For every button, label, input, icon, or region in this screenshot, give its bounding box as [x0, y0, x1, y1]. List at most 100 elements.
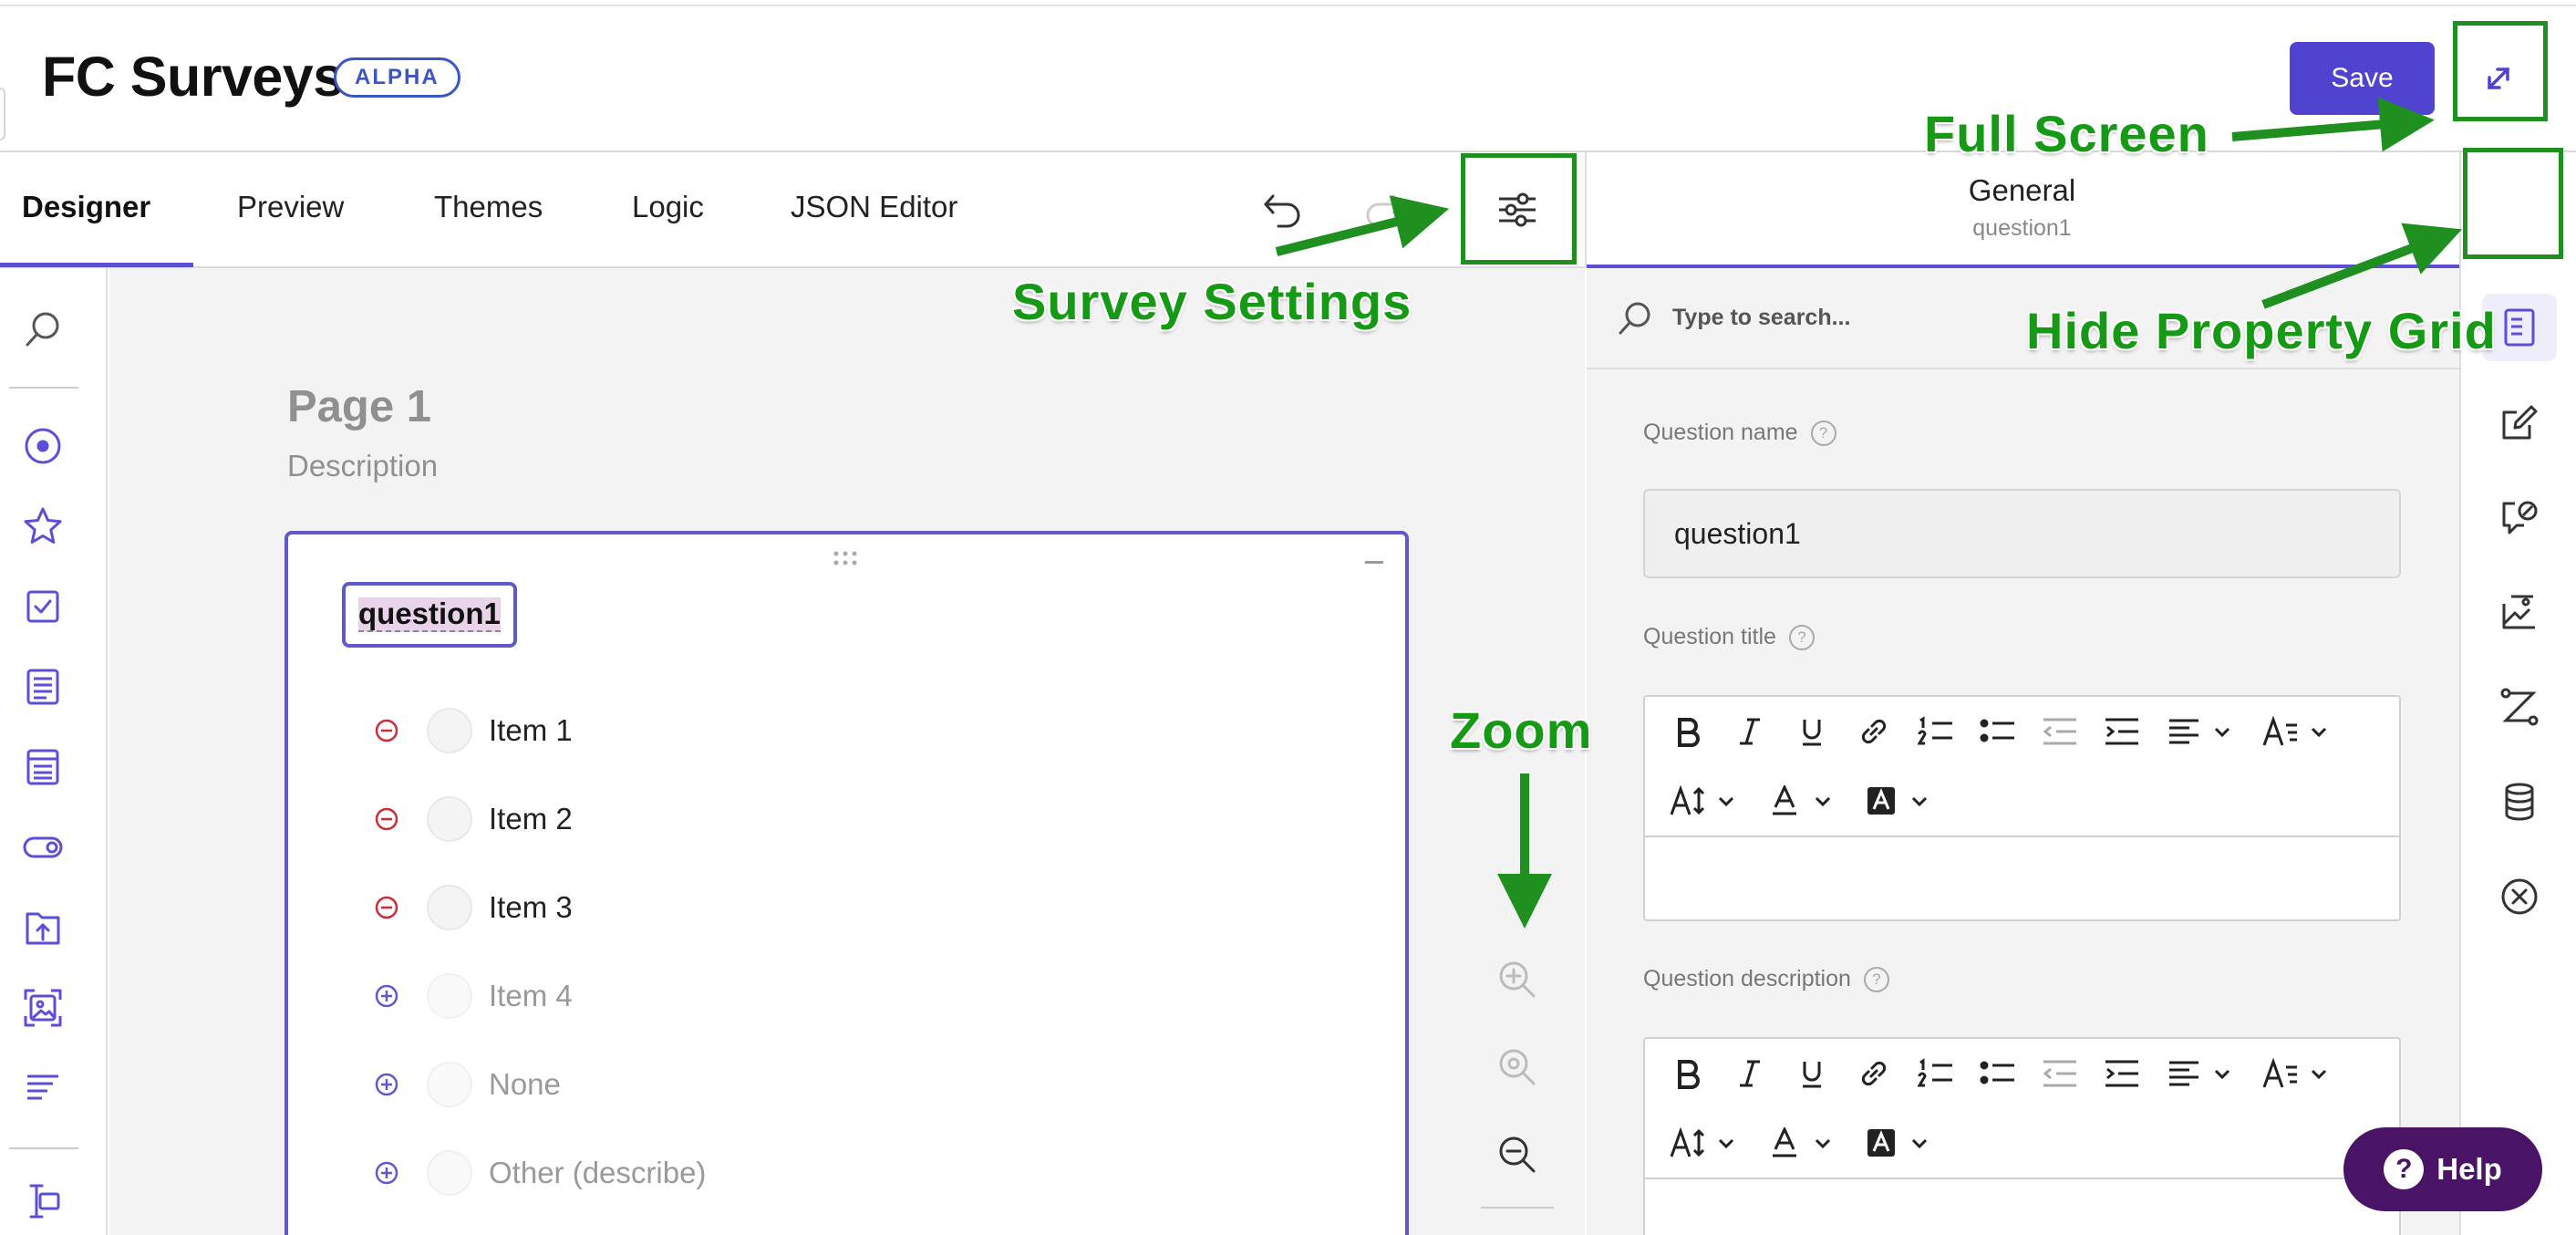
underline-button[interactable] [1791, 711, 1833, 752]
choice-label[interactable]: Item 4 [489, 979, 573, 1013]
toolbox-item-tagbox[interactable] [22, 746, 64, 788]
toolbox-item-ranking[interactable] [22, 1067, 64, 1109]
help-icon[interactable]: ? [1810, 420, 1836, 446]
undo-button[interactable] [1258, 190, 1304, 232]
property-search-input[interactable]: Type to search... [1672, 305, 1850, 331]
italic-button[interactable] [1729, 711, 1771, 752]
help-icon[interactable]: ? [1788, 624, 1815, 650]
category-clear[interactable] [2498, 876, 2540, 918]
property-search-button[interactable] [1616, 299, 1654, 337]
chevron-down-icon[interactable] [2309, 721, 2329, 742]
outdent-button[interactable] [2039, 711, 2081, 752]
bullet-list-button[interactable] [1977, 1053, 2019, 1095]
zoom-reset-button[interactable] [1495, 1045, 1539, 1089]
category-general[interactable] [2498, 306, 2540, 348]
toolbox-item-checkbox[interactable] [22, 586, 64, 628]
collapse-question-button[interactable] [1365, 561, 1383, 564]
remove-choice-icon[interactable] [374, 718, 399, 743]
chevron-down-icon[interactable] [1909, 791, 1929, 811]
underline-button[interactable] [1791, 1053, 1833, 1095]
font-size-button[interactable] [1667, 1122, 1709, 1164]
category-logic[interactable] [2498, 401, 2540, 443]
radio-button[interactable] [427, 885, 472, 930]
toolbox-item-rating[interactable] [22, 505, 64, 547]
ordered-list-button[interactable] [1915, 711, 1957, 752]
question-name-input[interactable]: question1 [1643, 489, 2401, 578]
chevron-down-icon[interactable] [1813, 791, 1833, 811]
tab-designer[interactable]: Designer [22, 189, 150, 225]
chevron-down-icon[interactable] [1813, 1133, 1833, 1153]
link-button[interactable] [1853, 711, 1895, 752]
rte-content[interactable] [1645, 835, 2399, 919]
choice-label[interactable]: Item 1 [489, 713, 573, 748]
redo-button[interactable] [1362, 190, 1408, 232]
choice-item[interactable]: None [374, 1057, 561, 1112]
font-size-button[interactable] [1667, 780, 1709, 822]
chevron-down-icon[interactable] [1909, 1133, 1929, 1153]
add-choice-icon[interactable] [374, 1160, 399, 1186]
tab-themes[interactable]: Themes [434, 189, 543, 225]
edge-handle[interactable] [0, 88, 5, 140]
rte-content[interactable] [1645, 1178, 2399, 1235]
tab-preview[interactable]: Preview [237, 189, 344, 225]
bold-button[interactable] [1667, 711, 1709, 752]
outdent-button[interactable] [2039, 1053, 2081, 1095]
radio-button[interactable] [427, 973, 472, 1019]
help-icon[interactable]: ? [1863, 966, 1889, 992]
drag-handle[interactable] [832, 549, 859, 567]
highlight-color-button[interactable] [1860, 1122, 1902, 1164]
choice-item[interactable]: Item 4 [374, 969, 573, 1023]
question-title-editor[interactable]: question1 [342, 582, 517, 648]
chevron-down-icon[interactable] [2309, 1064, 2329, 1084]
remove-choice-icon[interactable] [374, 806, 399, 832]
toolbox-item-radiogroup[interactable] [22, 425, 64, 467]
bullet-list-button[interactable] [1977, 711, 2019, 752]
choice-label[interactable]: Item 2 [489, 802, 573, 836]
toolbox-item-boolean[interactable] [22, 826, 64, 868]
indent-button[interactable] [2101, 711, 2143, 752]
toolbox-search[interactable] [22, 308, 64, 350]
category-validation[interactable] [2498, 496, 2540, 538]
chevron-down-icon[interactable] [2212, 1064, 2232, 1084]
link-button[interactable] [1853, 1053, 1895, 1095]
category-conditions[interactable] [2498, 686, 2540, 728]
zoom-in-button[interactable] [1495, 958, 1539, 1001]
radio-button[interactable] [427, 796, 472, 842]
choice-label[interactable]: Item 3 [489, 890, 573, 925]
choice-item[interactable]: Item 3 [374, 880, 573, 935]
choice-item[interactable]: Other (describe) [374, 1146, 706, 1200]
toolbox-item-expression[interactable] [22, 1180, 64, 1222]
font-color-button[interactable] [1764, 1122, 1805, 1164]
zoom-out-button[interactable] [1495, 1133, 1539, 1177]
radio-button[interactable] [427, 1062, 472, 1107]
highlight-color-button[interactable] [1860, 780, 1902, 822]
bold-button[interactable] [1667, 1053, 1709, 1095]
tab-logic[interactable]: Logic [632, 189, 704, 225]
chevron-down-icon[interactable] [2212, 721, 2232, 742]
italic-button[interactable] [1729, 1053, 1771, 1095]
chevron-down-icon[interactable] [1716, 1133, 1736, 1153]
save-button[interactable]: Save [2290, 42, 2435, 115]
align-button[interactable] [2163, 1053, 2205, 1095]
add-choice-icon[interactable] [374, 1072, 399, 1097]
indent-button[interactable] [2101, 1053, 2143, 1095]
category-data[interactable] [2498, 781, 2540, 823]
text-style-button[interactable] [2260, 711, 2302, 752]
toolbox-item-imagepicker[interactable] [22, 987, 64, 1029]
choice-label[interactable]: Other (describe) [489, 1156, 706, 1190]
page-description[interactable]: Description [287, 449, 438, 483]
radio-button[interactable] [427, 708, 472, 753]
question-description-editor[interactable] [1643, 1037, 2401, 1235]
chevron-down-icon[interactable] [1716, 791, 1736, 811]
page-title[interactable]: Page 1 [287, 381, 431, 432]
choice-label[interactable]: None [489, 1067, 561, 1102]
choice-item[interactable]: Item 1 [374, 703, 573, 758]
add-choice-icon[interactable] [374, 983, 399, 1009]
toolbox-item-dropdown[interactable] [22, 666, 64, 708]
question-title-editor[interactable] [1643, 695, 2401, 921]
tab-json-editor[interactable]: JSON Editor [791, 189, 957, 225]
toolbox-item-file[interactable] [22, 907, 64, 949]
ordered-list-button[interactable] [1915, 1053, 1957, 1095]
radio-button[interactable] [427, 1150, 472, 1196]
remove-choice-icon[interactable] [374, 895, 399, 920]
